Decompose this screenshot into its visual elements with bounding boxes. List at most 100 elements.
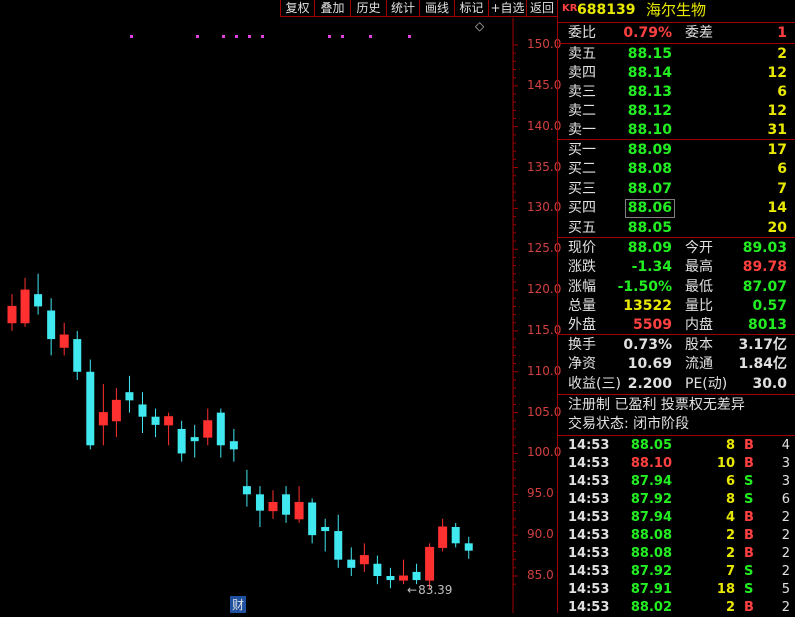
- order-label: 买二: [568, 161, 596, 178]
- stat-value: -1.50%: [617, 278, 672, 295]
- order-price: 88.08: [627, 161, 672, 178]
- candle-body[interactable]: [373, 563, 382, 576]
- candle-body[interactable]: [34, 294, 43, 307]
- candle-body[interactable]: [7, 305, 17, 324]
- stock-header: KR 688139 海尔生物: [558, 1, 795, 20]
- candle-body[interactable]: [255, 494, 264, 511]
- candle-body[interactable]: [438, 526, 448, 548]
- candle-body[interactable]: [229, 441, 238, 450]
- finance-marker[interactable]: 财: [230, 596, 247, 613]
- tick-row: 14:53 88.08 2 B 2: [558, 545, 795, 563]
- tick-price: 87.91: [630, 582, 672, 597]
- candle-body[interactable]: [47, 310, 56, 340]
- order-label: 卖五: [568, 46, 596, 62]
- fin-label: 流通: [685, 356, 713, 373]
- order-label: 卖三: [568, 84, 596, 100]
- candle-body[interactable]: [399, 575, 408, 581]
- candle-body[interactable]: [282, 494, 291, 515]
- tick-row: 14:53 88.10 10 B 3: [558, 455, 795, 473]
- committee-row: 委比 0.79% 委差 1: [568, 25, 787, 41]
- tick-price: 87.94: [630, 510, 672, 525]
- fin-row-2: 收益(三) 2.200 PE(动) 30.0: [558, 375, 795, 394]
- fin-row-1: 净资 10.69 流通 1.84亿: [558, 355, 795, 374]
- sell-level-3: 卖三 88.13 6: [558, 83, 795, 102]
- stat-value: 89.03: [742, 240, 787, 256]
- candle-body[interactable]: [294, 501, 304, 520]
- candlestick-plot[interactable]: [0, 0, 557, 613]
- candle-body[interactable]: [216, 412, 225, 446]
- stat-row-4: 外盘 5509 内盘 8013: [558, 316, 795, 335]
- fin-value: 0.73%: [623, 337, 672, 353]
- candle-body[interactable]: [20, 289, 30, 324]
- candle-body[interactable]: [98, 412, 108, 426]
- event-marker[interactable]: [235, 35, 238, 38]
- candle-body[interactable]: [359, 555, 369, 565]
- buy-level-3: 买三 88.07 7: [558, 180, 795, 199]
- event-marker[interactable]: [328, 35, 331, 38]
- event-marker[interactable]: [222, 35, 225, 38]
- stat-label: 现价: [568, 240, 596, 256]
- candle-body[interactable]: [73, 339, 82, 372]
- candle-body[interactable]: [177, 428, 186, 454]
- order-label: 卖二: [568, 103, 596, 119]
- candle-body[interactable]: [203, 420, 213, 438]
- order-price: 88.05: [627, 219, 672, 236]
- tick-count: 2: [781, 564, 790, 579]
- tick-side: S: [744, 492, 754, 507]
- candle-body[interactable]: [347, 559, 356, 568]
- tick-count: 5: [781, 582, 790, 597]
- fin-value: 30.0: [752, 375, 787, 392]
- info-line-2: 交易状态: 闭市阶段: [568, 416, 690, 432]
- candle-body[interactable]: [321, 526, 330, 532]
- candle-body[interactable]: [412, 571, 421, 581]
- event-marker[interactable]: [196, 35, 199, 38]
- tick-side: B: [744, 438, 754, 453]
- order-price: 88.09: [627, 142, 672, 158]
- low-price-marker: ←83.39: [407, 583, 453, 597]
- kline-chart[interactable]: 复权 叠加 历史 统计 画线 标记 +自选 返回 ◇ ←83.39 财 150.0 145.0 1…: [0, 0, 561, 613]
- event-marker[interactable]: [341, 35, 344, 38]
- candle-body[interactable]: [242, 486, 251, 495]
- event-marker[interactable]: [408, 35, 411, 38]
- sell-level-4: 卖四 88.14 12: [558, 64, 795, 83]
- stat-row-2: 涨幅 -1.50% 最低 87.07: [558, 278, 795, 297]
- event-marker[interactable]: [369, 35, 372, 38]
- candle-body[interactable]: [125, 392, 134, 401]
- stat-label: 总量: [568, 297, 596, 314]
- candle-body[interactable]: [334, 531, 343, 560]
- candle-body[interactable]: [86, 371, 95, 446]
- candle-body[interactable]: [268, 501, 278, 512]
- tick-price: 87.92: [630, 492, 672, 507]
- candle-body[interactable]: [308, 502, 317, 536]
- candle-body[interactable]: [190, 437, 199, 442]
- info-line-1: 注册制 已盈利 投票权无差异: [568, 397, 745, 413]
- stat-row-0: 现价 88.09 今开 89.03: [558, 239, 795, 258]
- stock-name: 海尔生物: [646, 1, 707, 19]
- tick-row: 14:53 87.92 8 S 6: [558, 491, 795, 509]
- candle-body[interactable]: [138, 404, 147, 417]
- candle-body[interactable]: [386, 576, 395, 581]
- tick-row: 14:53 87.91 18 S 5: [558, 581, 795, 599]
- candle-body[interactable]: [164, 416, 174, 426]
- event-marker[interactable]: [130, 35, 133, 38]
- tick-price: 87.94: [630, 474, 672, 489]
- candle-body[interactable]: [151, 416, 160, 425]
- candle-body[interactable]: [59, 334, 69, 348]
- tick-price: 88.08: [630, 528, 672, 543]
- tick-time: 14:53: [568, 456, 610, 471]
- tick-volume: 8: [725, 438, 735, 453]
- tick-volume: 6: [725, 474, 735, 489]
- candle-body[interactable]: [111, 399, 121, 422]
- event-marker[interactable]: [261, 35, 264, 38]
- tick-volume: 2: [725, 528, 735, 543]
- order-volume: 31: [767, 122, 787, 138]
- buy-level-5: 买五 88.05 20: [558, 219, 795, 238]
- tick-row: 14:53 87.94 6 S 3: [558, 473, 795, 491]
- event-marker[interactable]: [248, 35, 251, 38]
- tick-time: 14:53: [568, 492, 610, 507]
- candle-body[interactable]: [464, 543, 473, 551]
- candle-body[interactable]: [425, 546, 435, 581]
- tick-price: 88.10: [630, 456, 672, 471]
- candle-body[interactable]: [451, 526, 460, 544]
- sell-level-1: 卖一 88.10 31: [558, 121, 795, 140]
